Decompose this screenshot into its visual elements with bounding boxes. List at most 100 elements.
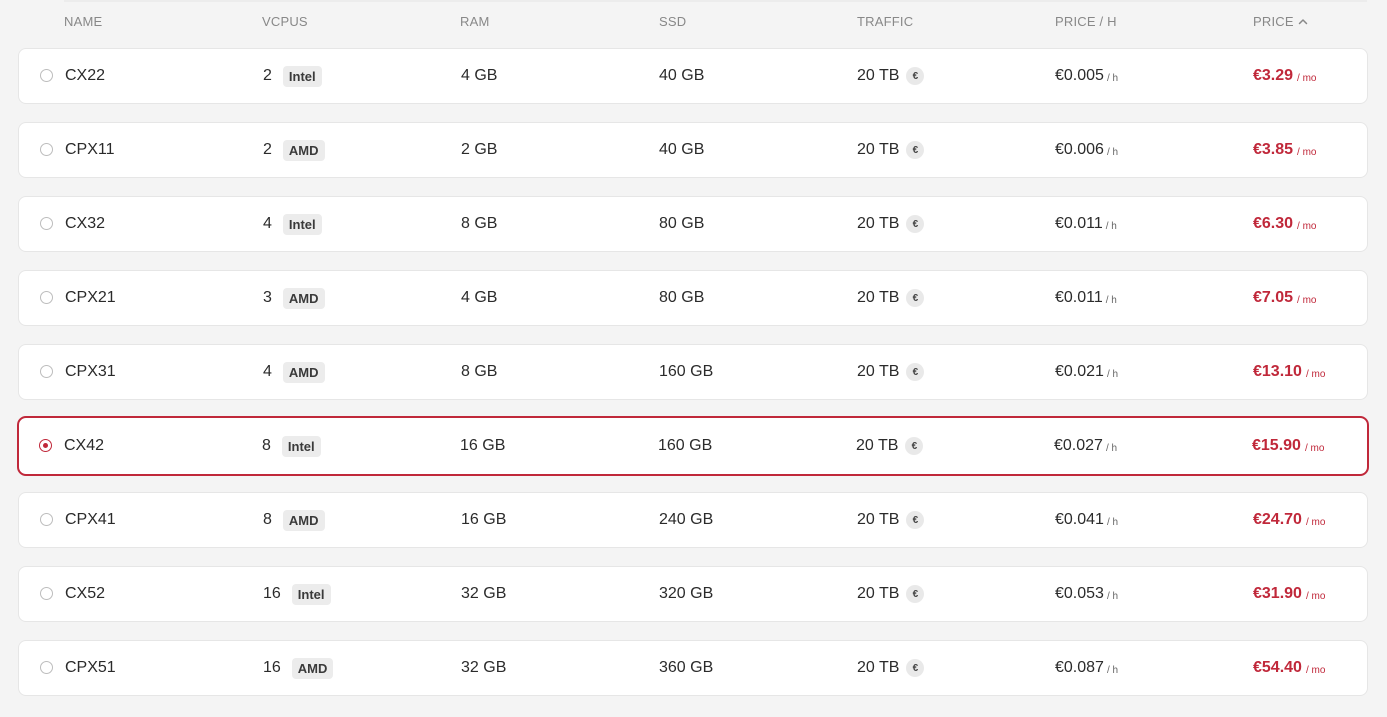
vcpu-cell: 8 Intel	[262, 418, 321, 474]
cpu-vendor-badge: AMD	[282, 361, 325, 383]
vcpu-count: 3	[263, 289, 272, 306]
server-name: CX22	[65, 67, 106, 84]
column-header-price-label: PRICE	[1253, 14, 1294, 29]
ssd-value: 40 GB	[659, 67, 705, 84]
traffic-value: 20 TB	[857, 141, 900, 158]
traffic-cell: 20 TB €	[857, 123, 925, 177]
traffic-cell: 20 TB €	[857, 345, 925, 399]
euro-icon[interactable]: €	[906, 511, 925, 529]
radio-button[interactable]	[39, 439, 52, 452]
radio-button[interactable]	[40, 69, 53, 82]
radio-button[interactable]	[40, 661, 53, 674]
cpu-vendor-badge: AMD	[282, 139, 325, 161]
radio-button[interactable]	[40, 587, 53, 600]
radio-button[interactable]	[40, 291, 53, 304]
traffic-cell: 20 TB €	[857, 271, 925, 325]
radio-button[interactable]	[40, 365, 53, 378]
per-month-unit: / mo	[1305, 517, 1326, 528]
per-month-unit: / mo	[1305, 591, 1326, 602]
server-type-row[interactable]: CPX51 16 AMD 32 GB 360 GB 20 TB € €0.087…	[18, 640, 1368, 696]
traffic-cell: 20 TB €	[857, 493, 925, 547]
column-header-ssd[interactable]: SSD	[659, 14, 686, 29]
monthly-price-cell: €7.05 / mo	[1253, 271, 1317, 325]
ssd-value: 240 GB	[659, 511, 714, 528]
server-type-row[interactable]: CPX31 4 AMD 8 GB 160 GB 20 TB € €0.021 /…	[18, 344, 1368, 400]
server-type-row[interactable]: CPX11 2 AMD 2 GB 40 GB 20 TB € €0.006 / …	[18, 122, 1368, 178]
cpu-vendor-badge: AMD	[282, 509, 325, 531]
per-month-unit: / mo	[1297, 73, 1317, 84]
per-month-unit: / mo	[1297, 221, 1317, 232]
ram-value: 32 GB	[461, 659, 507, 676]
column-header-ram[interactable]: RAM	[460, 14, 490, 29]
monthly-price-value: €13.10	[1253, 363, 1302, 380]
monthly-price-cell: €6.30 / mo	[1253, 197, 1317, 251]
monthly-price-value: €7.05	[1253, 289, 1294, 306]
chevron-up-icon	[1298, 18, 1307, 24]
euro-icon[interactable]: €	[906, 659, 925, 677]
per-hour-unit: / h	[1105, 221, 1117, 232]
vcpu-cell: 4 Intel	[263, 197, 322, 251]
euro-icon[interactable]: €	[906, 67, 925, 85]
monthly-price-cell: €3.29 / mo	[1253, 49, 1317, 103]
server-type-list: CX22 2 Intel 4 GB 40 GB 20 TB € €0.005 /…	[17, 48, 1369, 714]
euro-icon[interactable]: €	[905, 437, 924, 455]
column-header-price-per-hour[interactable]: PRICE / H	[1055, 14, 1117, 29]
server-type-row[interactable]: CPX21 3 AMD 4 GB 80 GB 20 TB € €0.011 / …	[18, 270, 1368, 326]
price-per-hour-cell: €0.011 / h	[1055, 271, 1117, 325]
radio-button[interactable]	[40, 143, 53, 156]
monthly-price-value: €3.85	[1253, 141, 1294, 158]
cpu-vendor-badge: Intel	[291, 583, 331, 605]
server-name: CX52	[65, 585, 106, 602]
column-header-traffic[interactable]: TRAFFIC	[857, 14, 913, 29]
server-type-table: NAME VCPUS RAM SSD TRAFFIC PRICE / H PRI…	[0, 0, 1387, 717]
server-type-row[interactable]: CX32 4 Intel 8 GB 80 GB 20 TB € €0.011 /…	[18, 196, 1368, 252]
price-per-hour-value: €0.005	[1055, 67, 1104, 84]
euro-icon[interactable]: €	[906, 215, 925, 233]
traffic-cell: 20 TB €	[857, 197, 925, 251]
price-per-hour-value: €0.087	[1055, 659, 1104, 676]
server-name: CPX21	[65, 289, 116, 306]
ram-value: 16 GB	[460, 437, 506, 454]
per-hour-unit: / h	[1106, 517, 1119, 528]
traffic-value: 20 TB	[857, 215, 900, 232]
monthly-price-cell: €31.90 / mo	[1253, 567, 1325, 621]
ram-value: 8 GB	[461, 363, 498, 380]
traffic-value: 20 TB	[857, 289, 900, 306]
vcpu-cell: 8 AMD	[263, 493, 325, 547]
ram-value: 32 GB	[461, 585, 507, 602]
ram-value: 8 GB	[461, 215, 498, 232]
radio-button[interactable]	[40, 513, 53, 526]
server-type-row[interactable]: CPX41 8 AMD 16 GB 240 GB 20 TB € €0.041 …	[18, 492, 1368, 548]
euro-icon[interactable]: €	[906, 585, 925, 603]
radio-button[interactable]	[40, 217, 53, 230]
server-name: CX32	[65, 215, 106, 232]
price-per-hour-value: €0.053	[1055, 585, 1104, 602]
server-name: CPX51	[65, 659, 116, 676]
per-hour-unit: / h	[1106, 369, 1119, 380]
ssd-value: 80 GB	[659, 289, 705, 306]
column-header-vcpus[interactable]: VCPUS	[262, 14, 308, 29]
per-hour-unit: / h	[1105, 443, 1118, 454]
vcpu-count: 8	[262, 437, 271, 454]
price-per-hour-cell: €0.021 / h	[1055, 345, 1118, 399]
price-per-hour-cell: €0.053 / h	[1055, 567, 1118, 621]
vcpu-count: 4	[263, 363, 272, 380]
euro-icon[interactable]: €	[906, 363, 925, 381]
column-header-price[interactable]: PRICE	[1253, 14, 1308, 29]
ram-value: 16 GB	[461, 511, 507, 528]
per-hour-unit: / h	[1106, 591, 1119, 602]
server-type-row[interactable]: CX52 16 Intel 32 GB 320 GB 20 TB € €0.05…	[18, 566, 1368, 622]
server-type-row[interactable]: CX42 8 Intel 16 GB 160 GB 20 TB € €0.027…	[17, 416, 1369, 476]
traffic-value: 20 TB	[857, 363, 900, 380]
euro-icon[interactable]: €	[906, 141, 925, 159]
server-type-row[interactable]: CX22 2 Intel 4 GB 40 GB 20 TB € €0.005 /…	[18, 48, 1368, 104]
vcpu-cell: 2 Intel	[263, 49, 322, 103]
vcpu-count: 2	[263, 141, 272, 158]
table-header: NAME VCPUS RAM SSD TRAFFIC PRICE / H PRI…	[0, 14, 1387, 32]
per-hour-unit: / h	[1105, 295, 1117, 306]
euro-icon[interactable]: €	[906, 289, 925, 307]
column-header-name[interactable]: NAME	[64, 14, 102, 29]
price-per-hour-cell: €0.005 / h	[1055, 49, 1118, 103]
per-month-unit: / mo	[1297, 147, 1317, 158]
ssd-value: 80 GB	[659, 215, 705, 232]
